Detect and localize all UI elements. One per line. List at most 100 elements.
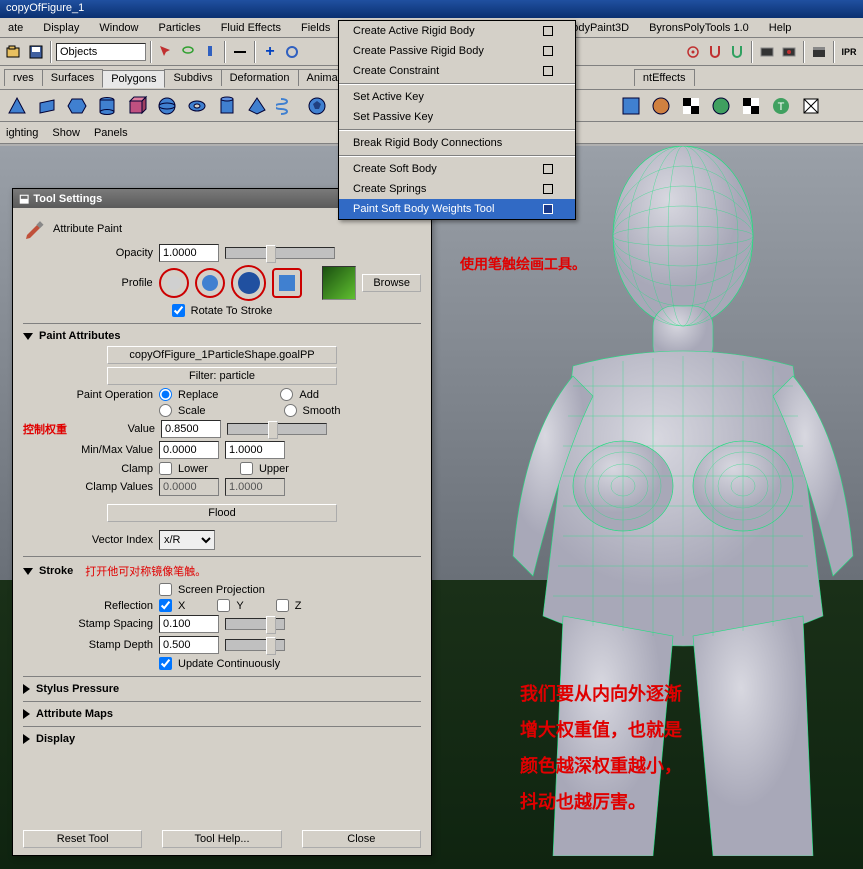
min-field[interactable] (159, 441, 219, 459)
profile-solid[interactable] (231, 265, 267, 301)
tab-subdivs[interactable]: Subdivs (164, 69, 221, 86)
menu-fluid-effects[interactable]: Fluid Effects (217, 20, 285, 36)
magnet-icon[interactable] (705, 42, 725, 62)
poly-torus-icon[interactable] (184, 93, 210, 119)
menu-help[interactable]: Help (765, 20, 796, 36)
vp-panels[interactable]: Panels (94, 127, 128, 139)
attrmaps-header[interactable]: Attribute Maps (23, 708, 421, 720)
tab-surfaces[interactable]: Surfaces (42, 69, 103, 86)
op-replace-radio[interactable] (159, 388, 172, 401)
poly-soccer-icon[interactable] (304, 93, 330, 119)
clamp-upper-check[interactable] (240, 462, 253, 475)
tool-help-button[interactable]: Tool Help... (162, 830, 281, 848)
tool-5-icon[interactable] (738, 93, 764, 119)
flood-button[interactable]: Flood (107, 504, 337, 522)
stylus-header[interactable]: Stylus Pressure (23, 683, 421, 695)
op-add-radio[interactable] (280, 388, 293, 401)
mi-create-constraint[interactable]: Create Constraint (339, 61, 575, 81)
tool-2-icon[interactable] (648, 93, 674, 119)
filter-button[interactable]: Filter: particle (107, 367, 337, 385)
poly-cylinder-icon[interactable] (94, 93, 120, 119)
value-field[interactable] (161, 420, 221, 438)
clamp-lower-check[interactable] (159, 462, 172, 475)
tool-6-icon[interactable]: T (768, 93, 794, 119)
profile-custom[interactable] (322, 266, 356, 300)
op-smooth-radio[interactable] (284, 404, 297, 417)
vector-index-select[interactable]: x/R (159, 530, 215, 550)
opacity-field[interactable] (159, 244, 219, 262)
attr-select-button[interactable]: copyOfFigure_1ParticleShape.goalPP (107, 346, 337, 364)
mi-paint-soft-body-weights[interactable]: Paint Soft Body Weights Tool (339, 199, 575, 219)
clapboard-icon[interactable] (809, 42, 829, 62)
paint-icon[interactable] (200, 42, 220, 62)
menu-byronspolytools[interactable]: ByronsPolyTools 1.0 (645, 20, 753, 36)
save-icon[interactable] (26, 42, 46, 62)
stroke-header[interactable]: Stroke 打开他可对称镜像笔触。 (23, 563, 421, 579)
toggle-icon[interactable] (230, 42, 250, 62)
mi-set-active-key[interactable]: Set Active Key (339, 87, 575, 107)
poly-cube-icon[interactable] (124, 93, 150, 119)
stamp-depth-slider[interactable] (225, 639, 285, 651)
mi-create-active-rigid[interactable]: Create Active Rigid Body (339, 21, 575, 41)
tab-curves[interactable]: rves (4, 69, 43, 86)
stamp-depth-field[interactable] (159, 636, 219, 654)
object-field[interactable] (56, 43, 146, 61)
reflect-z-check[interactable] (276, 599, 289, 612)
stamp-spacing-field[interactable] (159, 615, 219, 633)
paint-attributes-header[interactable]: Paint Attributes (23, 330, 421, 342)
profile-soft[interactable] (195, 268, 225, 298)
select-icon[interactable] (156, 42, 176, 62)
snap-icon[interactable] (683, 42, 703, 62)
tool-4-icon[interactable] (708, 93, 734, 119)
value-slider[interactable] (227, 423, 327, 435)
stamp-spacing-slider[interactable] (225, 618, 285, 630)
mi-create-soft-body[interactable]: Create Soft Body (339, 159, 575, 179)
menu-window[interactable]: Window (95, 20, 142, 36)
menu-ate[interactable]: ate (4, 20, 27, 36)
open-icon[interactable] (4, 42, 24, 62)
update-cont-check[interactable] (159, 657, 172, 670)
op-scale-radio[interactable] (159, 404, 172, 417)
render-icon[interactable] (757, 42, 777, 62)
opacity-slider[interactable] (225, 247, 335, 259)
lasso-icon[interactable] (178, 42, 198, 62)
close-button[interactable]: Close (302, 830, 421, 848)
mi-set-passive-key[interactable]: Set Passive Key (339, 107, 575, 127)
reset-tool-button[interactable]: Reset Tool (23, 830, 142, 848)
reflect-y-check[interactable] (217, 599, 230, 612)
render2-icon[interactable] (779, 42, 799, 62)
tool-3-icon[interactable] (678, 93, 704, 119)
rotate-to-stroke-check[interactable] (172, 304, 185, 317)
poly-helix-icon[interactable] (274, 93, 300, 119)
tab-nteffects[interactable]: ntEffects (634, 69, 695, 86)
display-header[interactable]: Display (23, 733, 421, 745)
mi-break-connections[interactable]: Break Rigid Body Connections (339, 133, 575, 153)
mi-create-springs[interactable]: Create Springs (339, 179, 575, 199)
tab-deformation[interactable]: Deformation (221, 69, 299, 86)
profile-square[interactable] (272, 268, 302, 298)
screen-proj-check[interactable] (159, 583, 172, 596)
tool-1-icon[interactable] (618, 93, 644, 119)
plus-icon[interactable]: + (260, 42, 280, 62)
ipr-icon[interactable]: IPR (839, 42, 859, 62)
vp-lighting[interactable]: ighting (6, 127, 38, 139)
max-field[interactable] (225, 441, 285, 459)
poly-prism-icon[interactable] (64, 93, 90, 119)
poly-pyramid-icon[interactable] (244, 93, 270, 119)
magnet2-icon[interactable] (727, 42, 747, 62)
menu-display[interactable]: Display (39, 20, 83, 36)
tab-polygons[interactable]: Polygons (102, 70, 165, 88)
poly-sphere-icon[interactable] (154, 93, 180, 119)
reflect-x-check[interactable] (159, 599, 172, 612)
poly-pipe-icon[interactable] (214, 93, 240, 119)
menu-particles[interactable]: Particles (155, 20, 205, 36)
vp-show[interactable]: Show (52, 127, 80, 139)
poly-plane-icon[interactable] (34, 93, 60, 119)
circle-icon[interactable] (282, 42, 302, 62)
profile-gaussian[interactable] (159, 268, 189, 298)
mi-create-passive-rigid[interactable]: Create Passive Rigid Body (339, 41, 575, 61)
browse-button[interactable]: Browse (362, 274, 421, 292)
poly-cone-icon[interactable] (4, 93, 30, 119)
menu-fields[interactable]: Fields (297, 20, 334, 36)
tool-7-icon[interactable] (798, 93, 824, 119)
